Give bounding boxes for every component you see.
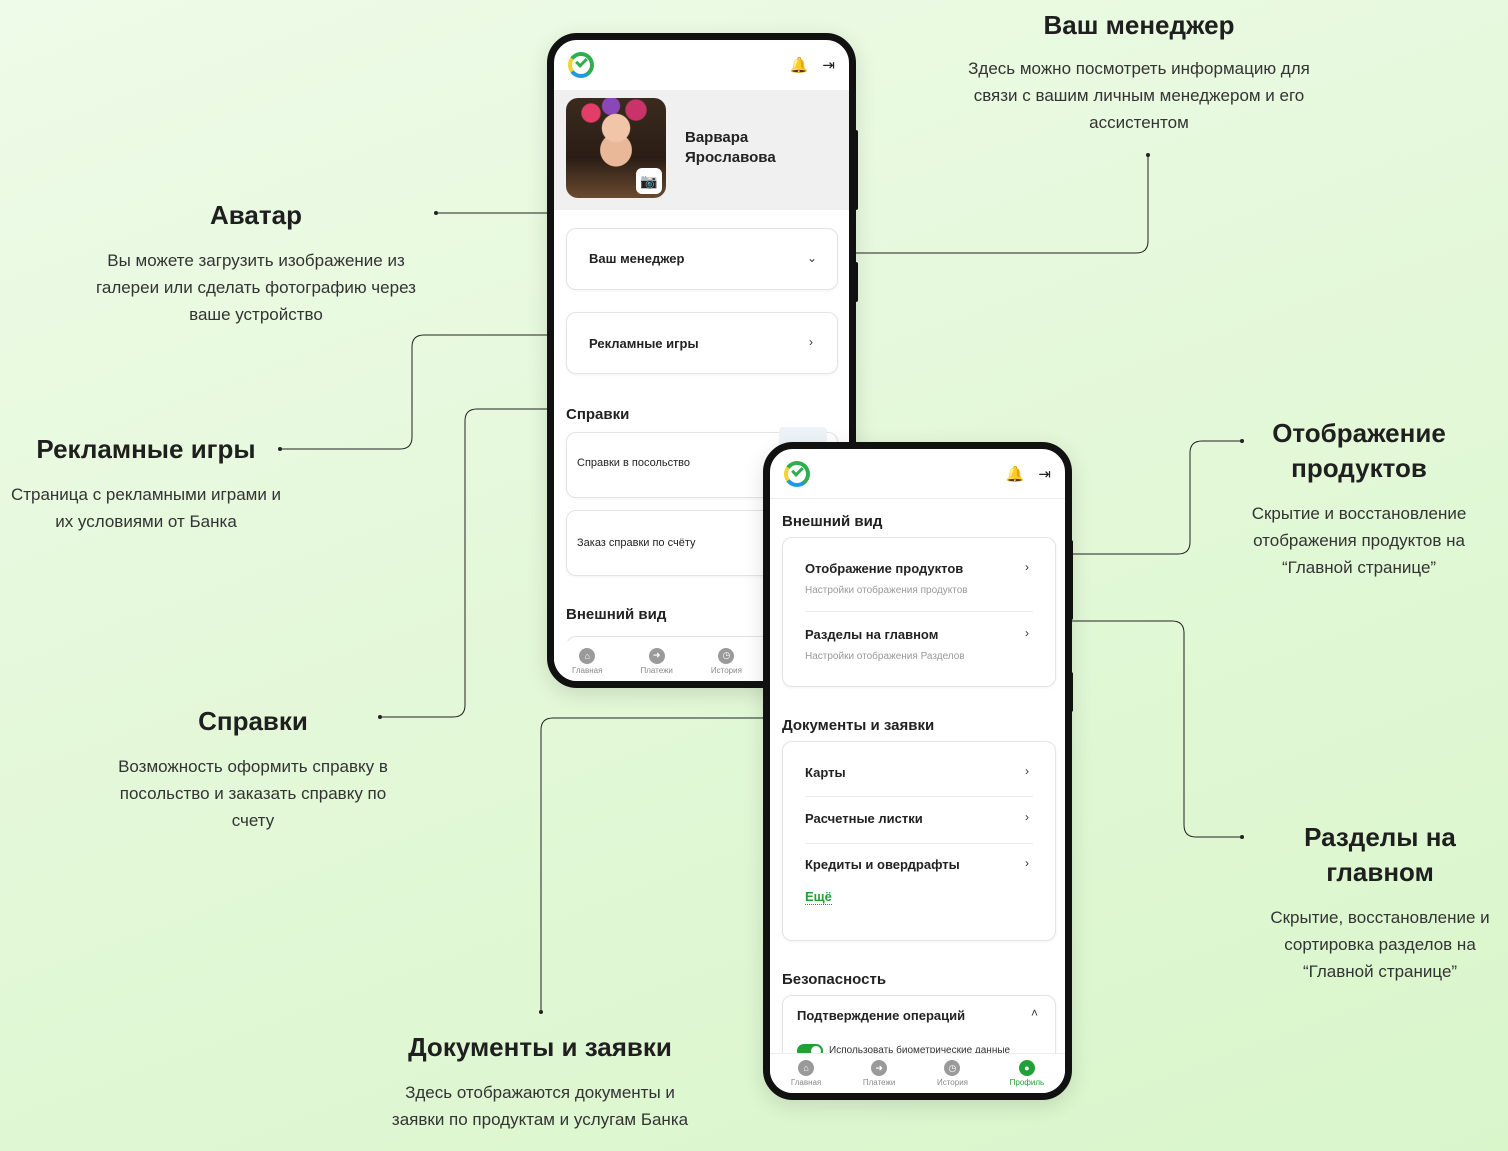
annotation-avatar: Аватар Вы можете загрузить изображение и…: [86, 198, 426, 328]
appearance-card: Отображение продуктов Настройки отображе…: [782, 537, 1056, 687]
logout-icon[interactable]: ⇥: [822, 56, 835, 74]
certificates-title: Справки: [566, 406, 630, 423]
annotation-sections: Разделы на главном Скрытие, восстановлен…: [1254, 820, 1506, 985]
doc-item-label: Кредиты и овердрафты: [805, 857, 960, 872]
sections-row[interactable]: Разделы на главном Настройки отображения…: [783, 612, 1055, 684]
products-label: Отображение продуктов: [805, 561, 964, 576]
tab-history[interactable]: ◷ История: [937, 1060, 968, 1087]
doc-item-payslips[interactable]: Расчетные листки ›: [783, 797, 1055, 843]
security-title: Безопасность: [782, 971, 887, 988]
home-icon: ⌂: [798, 1060, 815, 1076]
annotation-manager: Ваш менеджер Здесь можно посмотреть инфо…: [958, 8, 1320, 136]
profile-name: Варвара Ярославова: [685, 129, 776, 166]
appearance-title: Внешний вид: [566, 606, 667, 623]
products-sub: Настройки отображения продуктов: [805, 585, 968, 596]
chevron-right-icon: ›: [1025, 810, 1029, 824]
phone-settings: 🔔 ⇥ Внешний вид Отображение продуктов На…: [763, 442, 1072, 1100]
annotation-title: Отображение продуктов: [1272, 418, 1446, 484]
bank-logo-icon: [568, 52, 594, 78]
clock-icon: ◷: [718, 647, 735, 664]
games-label: Рекламные игры: [589, 336, 699, 351]
tab-history[interactable]: ◷ История: [710, 647, 742, 675]
appearance-title: Внешний вид: [782, 513, 883, 530]
tab-label: Профиль: [1009, 1078, 1045, 1087]
chevron-up-icon: ˄: [1031, 1006, 1039, 1020]
annotation-text: Здесь можно посмотреть информацию для св…: [968, 59, 1310, 133]
user-icon: ●: [1018, 1060, 1035, 1076]
sections-label: Разделы на главном: [805, 627, 939, 642]
home-icon: ⌂: [579, 647, 596, 664]
cert-account-label: Заказ справки по счёту: [577, 537, 696, 549]
cert-embassy-label: Справки в посольство: [577, 457, 690, 469]
annotation-text: Скрытие, восстановление и сортировка раз…: [1270, 908, 1490, 982]
chevron-right-icon: ›: [1025, 856, 1029, 870]
annotation-text: Страница с рекламными играми и их услови…: [10, 485, 282, 532]
chevron-right-icon: ›: [1025, 626, 1029, 640]
annotation-products: Отображение продуктов Скрытие и восстано…: [1236, 416, 1482, 581]
chevron-right-icon: ›: [1025, 560, 1029, 574]
bank-logo-icon: [784, 460, 810, 487]
bell-icon[interactable]: 🔔: [1006, 465, 1025, 483]
more-link[interactable]: Ещё: [805, 889, 832, 905]
annotation-text: Скрытие и восстановление отображения про…: [1251, 504, 1467, 578]
doc-item-cards[interactable]: Карты ›: [783, 742, 1055, 796]
sections-sub: Настройки отображения Разделов: [805, 651, 965, 662]
tab-profile[interactable]: ● Профиль: [1009, 1060, 1045, 1087]
arrow-right-icon: ➜: [871, 1060, 888, 1076]
doc-item-label: Карты: [805, 765, 846, 780]
arrow-right-icon: ➜: [648, 647, 665, 664]
tab-home[interactable]: ⌂ Главная: [572, 647, 603, 675]
annotation-title: Документы и заявки: [408, 1032, 672, 1062]
chevron-right-icon: ›: [809, 335, 813, 349]
top-bar: 🔔 ⇥: [770, 449, 1065, 499]
profile-header: 📷 Варвара Ярославова: [554, 90, 849, 210]
annotation-title: Ваш менеджер: [1043, 10, 1235, 40]
annotation-title: Справки: [198, 706, 308, 736]
manager-card[interactable]: Ваш менеджер ⌄: [566, 228, 838, 290]
bell-icon[interactable]: 🔔: [790, 56, 809, 74]
logout-icon[interactable]: ⇥: [1038, 465, 1051, 483]
annotation-title: Аватар: [210, 200, 302, 230]
tab-label: Платежи: [862, 1078, 896, 1087]
annotation-text: Возможность оформить справку в посольств…: [118, 757, 388, 831]
annotation-title: Разделы на главном: [1304, 822, 1456, 888]
chevron-right-icon: ›: [1025, 764, 1029, 778]
tab-label: История: [936, 1078, 968, 1087]
camera-icon[interactable]: 📷: [636, 168, 662, 194]
tab-home[interactable]: ⌂ Главная: [791, 1060, 821, 1087]
tab-label: Главная: [572, 665, 603, 675]
documents-title: Документы и заявки: [782, 717, 935, 734]
tab-payments[interactable]: ➜ Платежи: [640, 647, 673, 675]
doc-item-credits[interactable]: Кредиты и овердрафты ›: [783, 844, 1055, 888]
annotation-text: Вы можете загрузить изображение из галер…: [96, 251, 416, 325]
doc-item-label: Расчетные листки: [805, 811, 923, 826]
top-bar: 🔔 ⇥: [554, 40, 849, 90]
products-row[interactable]: Отображение продуктов Настройки отображе…: [783, 538, 1055, 610]
tab-payments[interactable]: ➜ Платежи: [863, 1060, 895, 1087]
annotation-text: Здесь отображаются документы и заявки по…: [391, 1083, 689, 1130]
tab-bar: ⌂ Главная ➜ Платежи ◷ История ● Профиль: [770, 1053, 1065, 1093]
annotation-title: Рекламные игры: [36, 434, 256, 464]
confirm-row[interactable]: Подтверждение операций ˄: [783, 996, 1055, 1036]
chevron-down-icon: ⌄: [807, 251, 818, 265]
tab-label: История: [710, 665, 742, 675]
avatar[interactable]: 📷: [566, 98, 666, 198]
annotation-certificates: Справки Возможность оформить справку в п…: [100, 704, 406, 834]
annotation-documents: Документы и заявки Здесь отображаются до…: [388, 1030, 692, 1133]
games-card[interactable]: Рекламные игры ›: [566, 312, 838, 374]
manager-label: Ваш менеджер: [589, 251, 685, 266]
clock-icon: ◷: [944, 1060, 961, 1076]
annotation-games: Рекламные игры Страница с рекламными игр…: [6, 432, 286, 535]
tab-label: Платежи: [640, 665, 673, 675]
documents-card: Карты › Расчетные листки › Кредиты и ове…: [782, 741, 1056, 941]
confirm-label: Подтверждение операций: [797, 1008, 966, 1023]
tab-label: Главная: [790, 1078, 822, 1087]
